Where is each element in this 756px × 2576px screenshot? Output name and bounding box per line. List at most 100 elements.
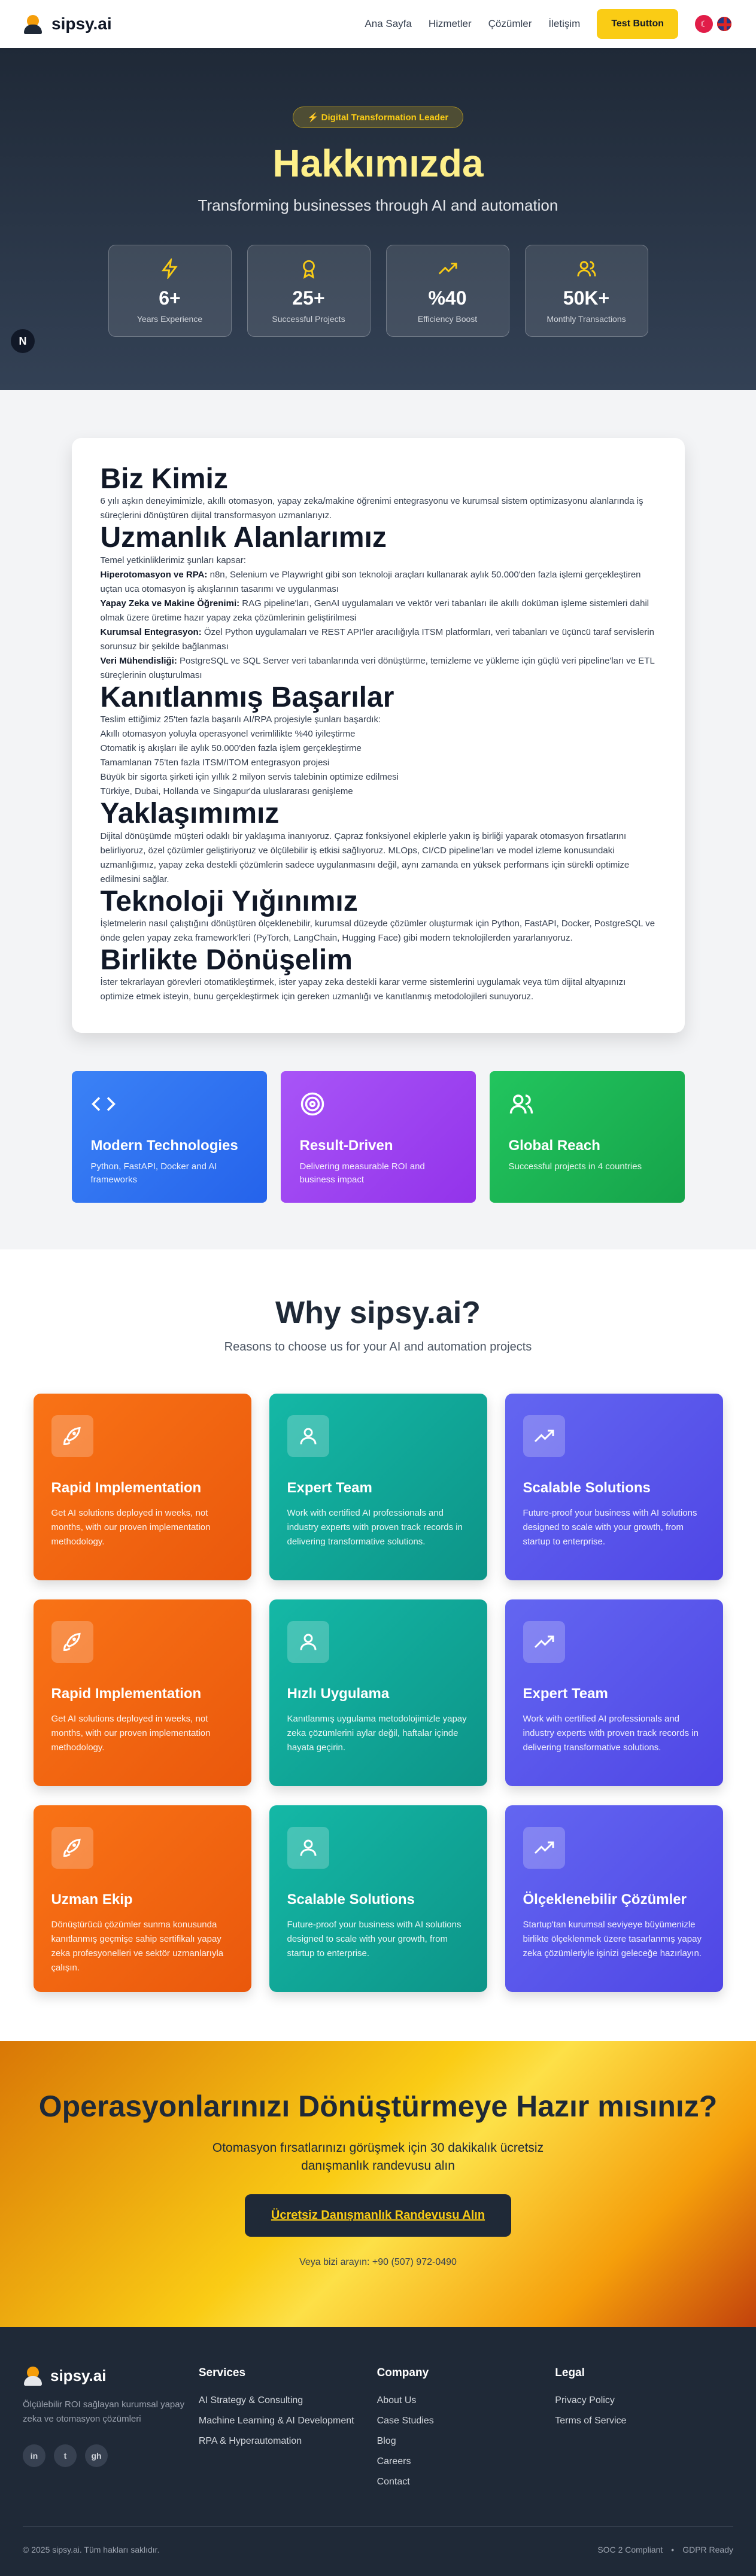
stat-card: %40 Efficiency Boost: [385, 245, 509, 337]
linkedin-icon[interactable]: in: [23, 2444, 45, 2468]
brand-name: sipsy.ai: [51, 14, 112, 33]
reason-desc: Future-proof your business with AI solut…: [287, 1920, 462, 1959]
reason-title: Scalable Solutions: [287, 1891, 415, 1908]
cta-title: Operasyonlarınızı Dönüştürmeye Hazır mıs…: [38, 2090, 718, 2124]
footer-brand-column: sipsy.ai Ölçülebilir ROI sağlayan kurums…: [23, 2365, 199, 2497]
reason-title: Ölçeklenebilir Çözümler: [523, 1891, 687, 1908]
page-title: Hakkımızda: [272, 142, 484, 185]
stats-row: 6+ Years Experience 25+ Successful Proje…: [0, 245, 756, 337]
reason-title: Hızlı Uygulama: [287, 1686, 390, 1702]
expertise-item: Veri Mühendisliği: PostgreSQL ve SQL Ser…: [101, 654, 656, 683]
footer-link[interactable]: Blog: [377, 2436, 555, 2447]
feature-title: Result-Driven: [299, 1138, 393, 1154]
nav-link-solutions[interactable]: Çözümler: [488, 18, 532, 30]
paragraph: Teslim ettiğimiz 25'ten fazla başarılı A…: [100, 714, 381, 725]
footer-brand[interactable]: sipsy.ai: [23, 2365, 199, 2386]
footer-link[interactable]: Case Studies: [377, 2416, 555, 2426]
reason-title: Rapid Implementation: [51, 1686, 202, 1702]
reason-desc: Get AI solutions deployed in weeks, not …: [51, 1508, 211, 1547]
reasons-grid: Rapid Implementation Get AI solutions de…: [33, 1394, 723, 1993]
user-icon: [287, 1621, 329, 1663]
why-title: Why sipsy.ai?: [275, 1295, 481, 1331]
reason-desc: Kanıtlanmış uygulama metodolojimizle yap…: [287, 1714, 467, 1753]
compliance-badge: GDPR Ready: [682, 2545, 733, 2555]
language-switcher: ☾: [695, 15, 733, 33]
section-heading: Kanıtlanmış Başarılar: [100, 681, 394, 713]
reason-card: Scalable Solutions Future-proof your bus…: [505, 1394, 723, 1581]
feature-desc: Python, FastAPI, Docker and AI framework…: [90, 1161, 217, 1185]
reason-title: Uzman Ekip: [51, 1891, 133, 1908]
stat-label: Successful Projects: [272, 314, 345, 324]
feature-desc: Delivering measurable ROI and business i…: [299, 1161, 425, 1185]
about-section: Biz Kimiz 6 yılı aşkın deneyimimizle, ak…: [0, 390, 756, 1203]
nav-menu: Ana Sayfa Hizmetler Çözümler İletişim Te…: [365, 9, 733, 39]
reason-card: Expert Team Work with certified AI profe…: [269, 1394, 487, 1581]
compliance-badge: SOC 2 Compliant: [597, 2545, 663, 2555]
book-consultation-button[interactable]: Ücretsiz Danışmanlık Randevusu Alın: [244, 2194, 512, 2237]
footer-column-legal: Legal Privacy Policy Terms of Service: [555, 2365, 733, 2497]
item-term: Hiperotomasyon ve RPA:: [100, 569, 208, 580]
achievement-item: Büyük bir sigorta şirketi için yıllık 2 …: [100, 772, 399, 783]
reason-title: Expert Team: [523, 1686, 608, 1702]
award-icon: [302, 260, 315, 279]
user-icon: [287, 1827, 329, 1869]
footer-column-title: Legal: [555, 2367, 585, 2380]
reason-title: Rapid Implementation: [51, 1480, 202, 1497]
cta-phone: Veya bizi arayın: +90 (507) 972-0490: [299, 2257, 457, 2268]
turkish-flag-icon[interactable]: ☾: [695, 15, 713, 33]
nav-link-contact[interactable]: İletişim: [548, 18, 580, 30]
footer-link[interactable]: Machine Learning & AI Development: [199, 2416, 377, 2426]
social-links: in t gh: [23, 2444, 199, 2468]
feature-title: Global Reach: [508, 1138, 600, 1154]
nav-link-home[interactable]: Ana Sayfa: [365, 18, 411, 30]
reason-card: Uzman Ekip Dönüştürücü çözümler sunma ko…: [33, 1805, 251, 1993]
footer-link[interactable]: RPA & Hyperautomation: [199, 2436, 377, 2447]
logo-icon: [23, 14, 43, 34]
brand[interactable]: sipsy.ai: [23, 14, 112, 34]
footer-link[interactable]: About Us: [377, 2395, 555, 2406]
footer-link[interactable]: Privacy Policy: [555, 2395, 733, 2406]
footer-columns: sipsy.ai Ölçülebilir ROI sağlayan kurums…: [23, 2365, 733, 2497]
reason-card: Expert Team Work with certified AI profe…: [505, 1599, 723, 1787]
feature-cards: Modern Technologies Python, FastAPI, Doc…: [71, 1071, 685, 1203]
about-card: Biz Kimiz 6 yılı aşkın deneyimimizle, ak…: [71, 438, 685, 1033]
user-icon: [287, 1415, 329, 1458]
nav-link-services[interactable]: Hizmetler: [429, 18, 472, 30]
reason-desc: Get AI solutions deployed in weeks, not …: [51, 1714, 211, 1753]
uk-flag-icon[interactable]: [715, 15, 733, 33]
footer-link[interactable]: AI Strategy & Consulting: [199, 2395, 377, 2406]
hero-subtitle: Transforming businesses through AI and a…: [198, 196, 558, 214]
footer-link[interactable]: Terms of Service: [555, 2416, 733, 2426]
footer-description: Ölçülebilir ROI sağlayan kurumsal yapay …: [23, 2399, 185, 2425]
twitter-icon[interactable]: t: [54, 2444, 77, 2468]
compliance-badges: SOC 2 Compliant • GDPR Ready: [597, 2545, 733, 2554]
users-icon: [576, 260, 596, 276]
stat-value: 6+: [159, 287, 181, 309]
test-button[interactable]: Test Button: [597, 9, 678, 39]
reason-card: Scalable Solutions Future-proof your bus…: [269, 1805, 487, 1993]
stat-card: 6+ Years Experience: [108, 245, 232, 337]
rocket-icon: [51, 1827, 93, 1869]
why-subtitle: Reasons to choose us for your AI and aut…: [224, 1340, 532, 1354]
github-icon[interactable]: gh: [85, 2444, 108, 2468]
item-text: PostgreSQL ve SQL Server veri tabanların…: [100, 655, 655, 680]
reason-card: Ölçeklenebilir Çözümler Startup'tan kuru…: [505, 1805, 723, 1993]
footer-link[interactable]: Careers: [377, 2456, 555, 2467]
logo-icon: [23, 2365, 43, 2386]
footer-link[interactable]: Contact: [377, 2477, 555, 2487]
why-section: Why sipsy.ai? Reasons to choose us for y…: [0, 1249, 756, 2042]
cta-section: Operasyonlarınızı Dönüştürmeye Hazır mıs…: [0, 2041, 756, 2328]
stat-value: 25+: [292, 287, 325, 309]
reason-desc: Future-proof your business with AI solut…: [523, 1508, 697, 1547]
trending-up-icon: [438, 262, 457, 275]
users-icon: [509, 1094, 533, 1114]
stat-label: Years Experience: [136, 314, 203, 324]
paragraph: İster tekrarlayan görevleri otomatikleşt…: [100, 977, 626, 1002]
top-navbar: sipsy.ai Ana Sayfa Hizmetler Çözümler İl…: [0, 0, 756, 48]
hero-badge: ⚡ Digital Transformation Leader: [292, 107, 464, 128]
paragraph: Temel yetkinliklerimiz şunları kapsar:: [100, 555, 246, 565]
stat-card: 25+ Successful Projects: [247, 245, 371, 337]
stat-card: 50K+ Monthly Transactions: [524, 245, 648, 337]
floating-action-button[interactable]: N: [11, 329, 35, 353]
reason-desc: Dönüştürücü çözümler sunma konusunda kan…: [51, 1920, 224, 1973]
